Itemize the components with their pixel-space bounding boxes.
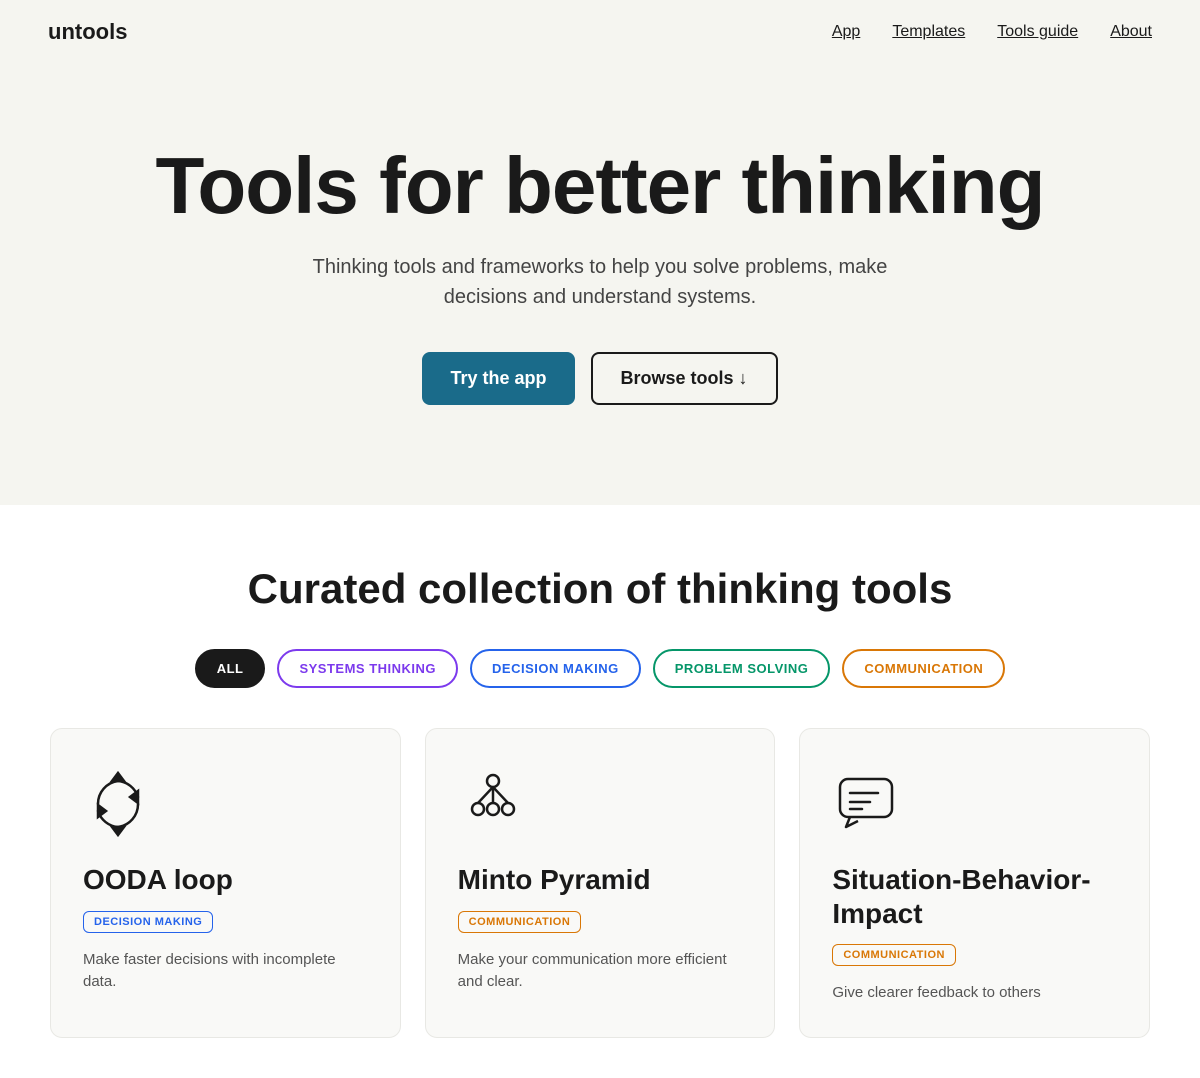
hero-subheading: Thinking tools and frameworks to help yo…: [280, 252, 920, 312]
hero-heading: Tools for better thinking: [48, 144, 1152, 228]
cards-grid: OODA loop DECISION MAKING Make faster de…: [50, 728, 1150, 1038]
filter-systems[interactable]: SYSTEMS THINKING: [277, 649, 458, 688]
minto-title: Minto Pyramid: [458, 863, 743, 897]
card-ooda: OODA loop DECISION MAKING Make faster de…: [50, 728, 401, 1038]
filter-decision[interactable]: DECISION MAKING: [470, 649, 641, 688]
ooda-icon: [83, 769, 153, 839]
browse-tools-button[interactable]: Browse tools ↓: [591, 352, 778, 405]
nav-links: App Templates Tools guide About: [832, 23, 1152, 41]
hero-section: Tools for better thinking Thinking tools…: [0, 64, 1200, 505]
ooda-tag: DECISION MAKING: [83, 911, 213, 933]
sbi-icon: [832, 769, 902, 839]
tools-section: Curated collection of thinking tools ALL…: [0, 505, 1200, 1078]
sbi-tag: COMMUNICATION: [832, 944, 956, 966]
ooda-description: Make faster decisions with incomplete da…: [83, 949, 368, 994]
nav-logo[interactable]: untools: [48, 19, 127, 45]
card-sbi: Situation-Behavior-Impact COMMUNICATION …: [799, 728, 1150, 1038]
tools-section-heading: Curated collection of thinking tools: [48, 565, 1152, 613]
filter-bar: ALL SYSTEMS THINKING DECISION MAKING PRO…: [48, 649, 1152, 688]
navbar: untools App Templates Tools guide About: [0, 0, 1200, 64]
minto-icon: [458, 769, 528, 839]
card-minto: Minto Pyramid COMMUNICATION Make your co…: [425, 728, 776, 1038]
nav-link-about[interactable]: About: [1110, 23, 1152, 40]
nav-link-tools-guide[interactable]: Tools guide: [997, 23, 1078, 40]
sbi-description: Give clearer feedback to others: [832, 982, 1117, 1005]
sbi-title: Situation-Behavior-Impact: [832, 863, 1117, 930]
minto-tag: COMMUNICATION: [458, 911, 582, 933]
nav-link-app[interactable]: App: [832, 23, 860, 40]
minto-description: Make your communication more efficient a…: [458, 949, 743, 994]
hero-buttons: Try the app Browse tools ↓: [48, 352, 1152, 405]
filter-communication[interactable]: COMMUNICATION: [842, 649, 1005, 688]
try-app-button[interactable]: Try the app: [422, 352, 574, 405]
filter-problem[interactable]: PROBLEM SOLVING: [653, 649, 831, 688]
nav-link-templates[interactable]: Templates: [892, 23, 965, 40]
filter-all[interactable]: ALL: [195, 649, 266, 688]
ooda-title: OODA loop: [83, 863, 368, 897]
